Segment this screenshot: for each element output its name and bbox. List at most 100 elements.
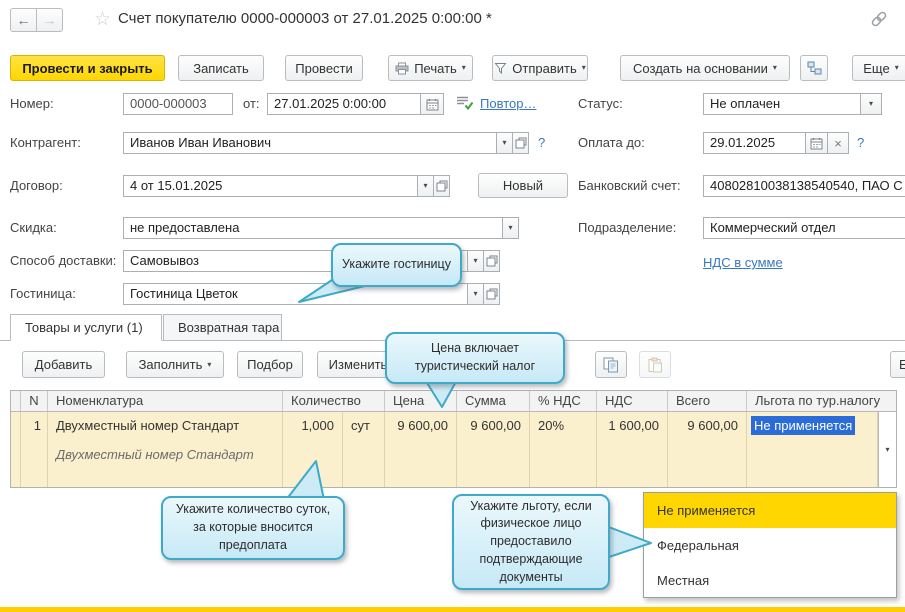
nomenclature-content: Двухместный номер Стандарт <box>56 447 254 462</box>
delivery-dropdown-button[interactable]: ▾ <box>467 250 484 272</box>
dropdown-option-not-applied[interactable]: Не применяется <box>644 493 896 528</box>
dropdown-option-federal[interactable]: Федеральная <box>644 528 896 563</box>
pay-until-help[interactable]: ? <box>857 132 864 154</box>
status-label: Статус: <box>578 96 623 111</box>
table-more-button[interactable]: Еще <box>890 351 905 378</box>
get-link-icon[interactable] <box>869 9 889 29</box>
bank-account-input[interactable]: 40802810038138540540, ПАО С <box>703 175 905 197</box>
callout-benefit: Укажите льготу, если физическое лицо пре… <box>452 494 610 590</box>
pay-until-calendar-button[interactable] <box>805 132 828 154</box>
pay-until-clear-button[interactable]: × <box>827 132 849 154</box>
back-arrow-icon: ← <box>16 12 31 28</box>
post-and-close-button[interactable]: Провести и закрыть <box>10 55 165 81</box>
date-calendar-button[interactable] <box>420 93 444 115</box>
pay-until-input[interactable]: 29.01.2025 <box>703 132 806 154</box>
pay-until-label: Оплата до: <box>578 135 645 150</box>
delivery-open-button[interactable] <box>483 250 500 272</box>
open-icon <box>515 137 527 149</box>
chevron-down-icon: ▾ <box>508 223 513 232</box>
print-button[interactable]: Печать ▾ <box>388 55 473 81</box>
table-header-vat-rate[interactable]: % НДС <box>530 391 597 412</box>
discount-select[interactable]: не предоставлена <box>123 217 503 239</box>
counterparty-help[interactable]: ? <box>538 132 545 154</box>
benefit-selected-value[interactable]: Не применяется <box>751 416 856 435</box>
row-nomenclature-cell[interactable]: Двухместный номер Стандарт Двухместный н… <box>48 412 283 487</box>
number-input[interactable]: 0000-000003 <box>123 93 233 115</box>
row-benefit-cell[interactable]: Не применяется <box>747 412 878 487</box>
table-header-benefit[interactable]: Льгота по тур.налогу <box>747 391 896 412</box>
row-vat-rate-cell[interactable]: 20% <box>530 412 597 487</box>
hotel-open-button[interactable] <box>483 283 500 305</box>
discount-label: Скидка: <box>10 220 57 235</box>
number-label: Номер: <box>10 96 54 111</box>
dropdown-option-local[interactable]: Местная <box>644 563 896 598</box>
table-header-n[interactable]: N <box>21 391 48 412</box>
row-price-cell[interactable]: 9 600,00 <box>385 412 457 487</box>
printer-icon <box>395 62 409 75</box>
vat-in-sum-link[interactable]: НДС в сумме <box>703 252 783 274</box>
discount-dropdown-button[interactable]: ▾ <box>502 217 519 239</box>
counterparty-input[interactable]: Иванов Иван Иванович <box>123 132 497 154</box>
row-sum-cell[interactable]: 9 600,00 <box>457 412 530 487</box>
row-qty-cell[interactable]: 1,000 <box>283 412 343 487</box>
row-number-cell[interactable]: 1 <box>21 412 48 487</box>
table-header-vat[interactable]: НДС <box>597 391 668 412</box>
active-window-strip <box>0 607 905 612</box>
new-contract-button[interactable]: Новый <box>478 173 568 198</box>
callout-hotel: Укажите гостиницу <box>331 243 462 287</box>
contract-open-button[interactable] <box>433 175 450 197</box>
date-input[interactable]: 27.01.2025 0:00:00 <box>267 93 421 115</box>
table-header-nomenclature[interactable]: Номенклатура <box>48 391 283 412</box>
back-button[interactable]: ← <box>10 8 37 32</box>
bank-account-label: Банковский счет: <box>578 178 681 193</box>
post-button[interactable]: Провести <box>285 55 363 81</box>
save-button[interactable]: Записать <box>178 55 264 81</box>
status-select[interactable]: Не оплачен <box>703 93 861 115</box>
chevron-down-icon: ▾ <box>461 63 466 72</box>
benefit-dropdown-list: Не применяется Федеральная Местная <box>643 492 897 598</box>
tab-goods-services[interactable]: Товары и услуги (1) <box>10 314 162 341</box>
row-gutter-cell <box>11 412 21 487</box>
row-unit-cell[interactable]: сут <box>343 412 385 487</box>
repeat-schedule-icon[interactable] <box>456 95 473 110</box>
table-header-gutter <box>11 391 21 412</box>
row-vat-cell[interactable]: 1 600,00 <box>597 412 668 487</box>
copy-rows-button[interactable] <box>595 351 627 378</box>
table-header-qty[interactable]: Количество <box>283 391 385 412</box>
chevron-down-icon: ▾ <box>207 359 212 369</box>
counterparty-dropdown-button[interactable]: ▾ <box>496 132 513 154</box>
department-input[interactable]: Коммерческий отдел <box>703 217 905 239</box>
favorite-star-icon[interactable]: ☆ <box>94 8 111 31</box>
pick-button[interactable]: Подбор <box>237 351 303 378</box>
page-title: Счет покупателю 0000-000003 от 27.01.202… <box>118 10 492 27</box>
fill-button[interactable]: Заполнить ▾ <box>126 351 224 378</box>
callout-qty: Укажите количество суток, за которые вно… <box>161 496 345 560</box>
benefit-cell-dropdown-button[interactable]: ▾ <box>878 412 896 487</box>
add-row-button[interactable]: Добавить <box>22 351 105 378</box>
repeat-link[interactable]: Повтор… <box>480 93 536 115</box>
counterparty-open-button[interactable] <box>512 132 529 154</box>
send-icon <box>494 62 507 75</box>
status-dropdown-button[interactable]: ▾ <box>860 93 882 115</box>
forward-button[interactable]: → <box>36 8 63 32</box>
contract-dropdown-button[interactable]: ▾ <box>417 175 434 197</box>
tab-returnable-tare[interactable]: Возвратная тара <box>163 314 282 341</box>
create-based-on-button[interactable]: Создать на основании ▾ <box>620 55 790 81</box>
contract-label: Договор: <box>10 178 63 193</box>
open-icon <box>436 180 448 192</box>
related-documents-button[interactable] <box>800 55 828 81</box>
hotel-label: Гостиница: <box>10 286 76 301</box>
table-header-total[interactable]: Всего <box>668 391 747 412</box>
open-icon <box>486 288 498 300</box>
row-total-cell[interactable]: 9 600,00 <box>668 412 747 487</box>
open-icon <box>486 255 498 267</box>
paste-rows-button[interactable] <box>639 351 671 378</box>
send-button[interactable]: Отправить ▾ <box>492 55 588 81</box>
table-header-sum[interactable]: Сумма <box>457 391 530 412</box>
more-button[interactable]: Еще ▾ <box>852 55 905 81</box>
calendar-icon <box>810 137 823 150</box>
table-header-price[interactable]: Цена <box>385 391 457 412</box>
contract-input[interactable]: 4 от 15.01.2025 <box>123 175 418 197</box>
hotel-dropdown-button[interactable]: ▾ <box>467 283 484 305</box>
chevron-down-icon: ▾ <box>885 444 890 454</box>
